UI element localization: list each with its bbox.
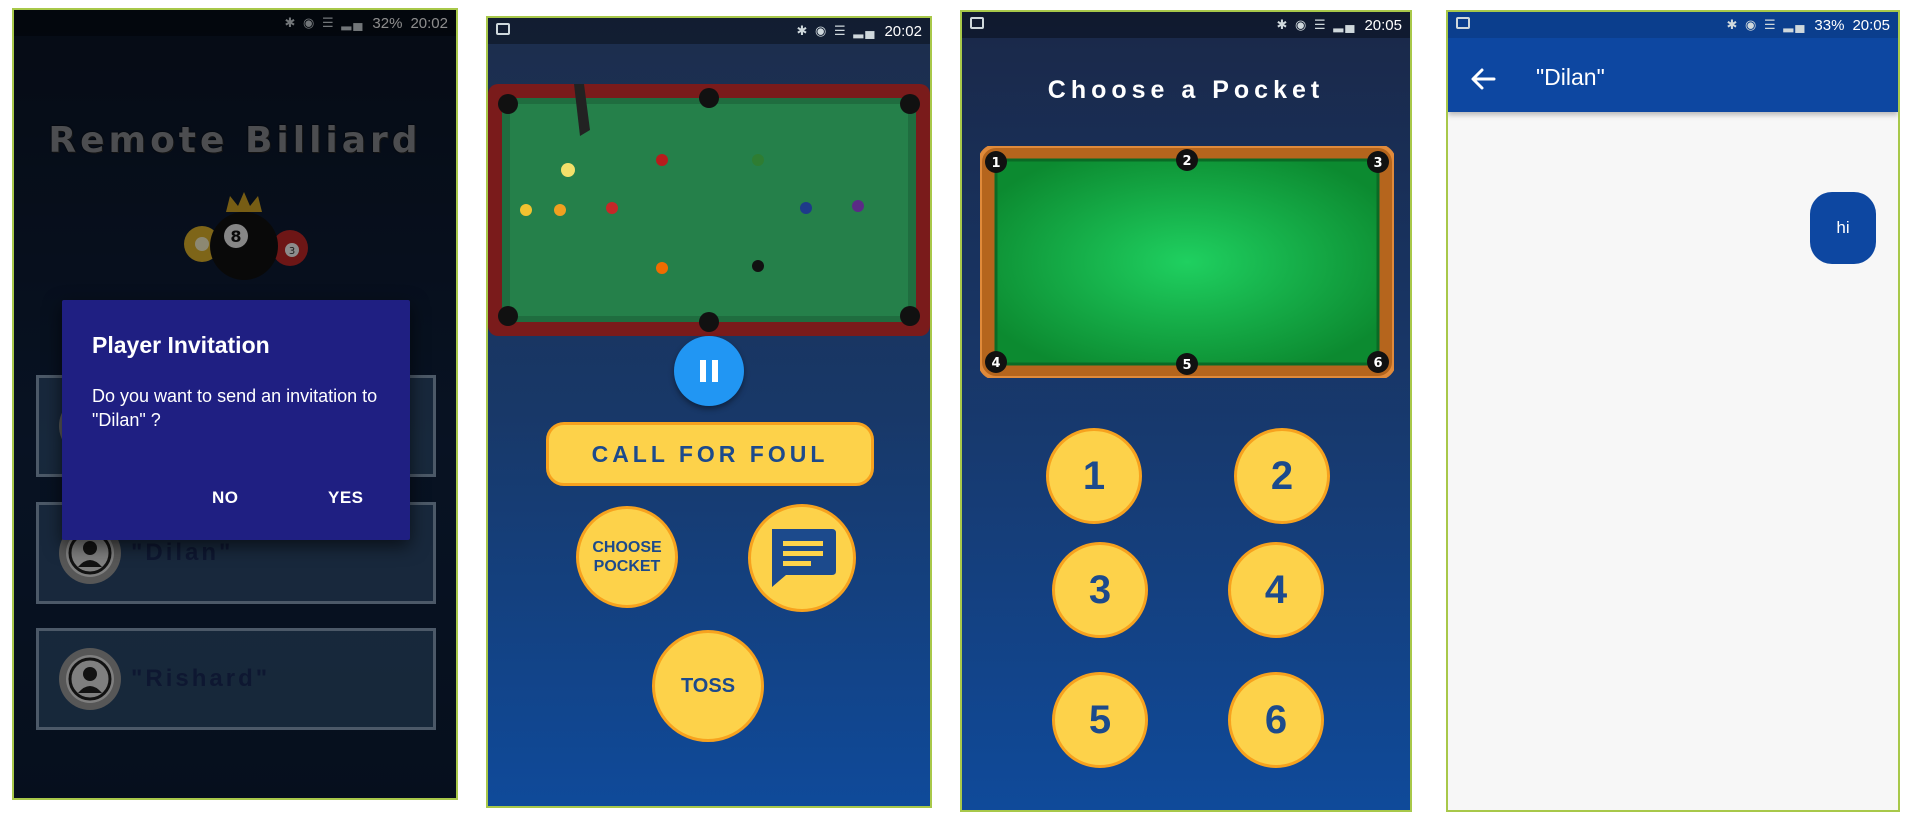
back-arrow-icon[interactable]	[1468, 64, 1498, 94]
pocket-button-2[interactable]: 2	[1234, 428, 1330, 524]
status-bar: ✱ ◉ ☰ ▂▄ 20:05	[962, 12, 1410, 38]
toss-button[interactable]: TOSS	[652, 630, 764, 742]
dialog-message: Do you want to send an invitation to "Di…	[92, 386, 378, 430]
screen-chat: ✱ ◉ ☰ ▂▄ 33% 20:05 "Dilan" hi	[1446, 10, 1900, 812]
choose-pocket-button[interactable]: CHOOSE POCKET	[576, 506, 678, 608]
message-bubble: hi	[1810, 192, 1876, 264]
call-for-foul-button[interactable]: CALL FOR FOUL	[546, 422, 874, 486]
image-notification-icon	[1456, 17, 1470, 29]
screen-game-controls: ✱ ◉ ☰ ▂▄ 20:02 CALL FOR FOUL CHOOSE POCK…	[486, 16, 932, 808]
chat-icon	[772, 529, 836, 587]
image-notification-icon	[970, 17, 984, 29]
pause-icon	[700, 360, 706, 382]
pocket-button-5[interactable]: 5	[1052, 672, 1148, 768]
invitation-dialog: Player Invitation Do you want to send an…	[62, 300, 410, 540]
pocket-marker-4: 4	[991, 356, 1000, 371]
app-bar: ✱ ◉ ☰ ▂▄ 33% 20:05 "Dilan"	[1448, 12, 1898, 112]
pocket-button-1[interactable]: 1	[1046, 428, 1142, 524]
status-bar: ✱ ◉ ☰ ▂▄ 20:02	[488, 18, 930, 44]
status-time: 20:05	[1364, 16, 1402, 34]
pocket-button-4[interactable]: 4	[1228, 542, 1324, 638]
pocket-marker-2: 2	[1182, 154, 1191, 169]
status-time: 20:05	[1852, 16, 1890, 34]
yes-button[interactable]: YES	[328, 488, 364, 508]
screen-player-invitation: ✱ ◉ ☰ ▂▄ 32% 20:02 Remote Billiard 3 8 "…	[12, 8, 458, 800]
status-icons: ✱ ◉ ☰ ▂▄	[1276, 17, 1357, 32]
status-icons: ✱ ◉ ☰ ▂▄	[1726, 17, 1807, 32]
pocket-button-6[interactable]: 6	[1228, 672, 1324, 768]
image-notification-icon	[496, 23, 510, 35]
no-button[interactable]: NO	[212, 488, 239, 508]
pocket-button-3[interactable]: 3	[1052, 542, 1148, 638]
pocket-table-diagram: 1 2 3 4 5 6	[980, 146, 1394, 378]
battery-text: 33%	[1814, 16, 1845, 34]
screen-choose-pocket: ✱ ◉ ☰ ▂▄ 20:05 Choose a Pocket 1 2 3 4 5…	[960, 10, 1412, 812]
pocket-marker-3: 3	[1373, 156, 1382, 171]
pocket-marker-1: 1	[991, 156, 1000, 171]
status-icons: ✱ ◉ ☰ ▂▄	[796, 23, 877, 38]
pause-button[interactable]	[674, 336, 744, 406]
page-title: Choose a Pocket	[1047, 76, 1325, 104]
dialog-title: Player Invitation	[92, 332, 270, 358]
chat-title: "Dilan"	[1536, 64, 1605, 90]
status-bar: ✱ ◉ ☰ ▂▄ 33% 20:05	[1448, 12, 1898, 38]
pocket-marker-6: 6	[1373, 356, 1382, 371]
pocket-marker-5: 5	[1182, 358, 1191, 373]
live-table-video	[488, 84, 930, 336]
chat-button[interactable]	[748, 504, 856, 612]
status-time: 20:02	[884, 22, 922, 40]
